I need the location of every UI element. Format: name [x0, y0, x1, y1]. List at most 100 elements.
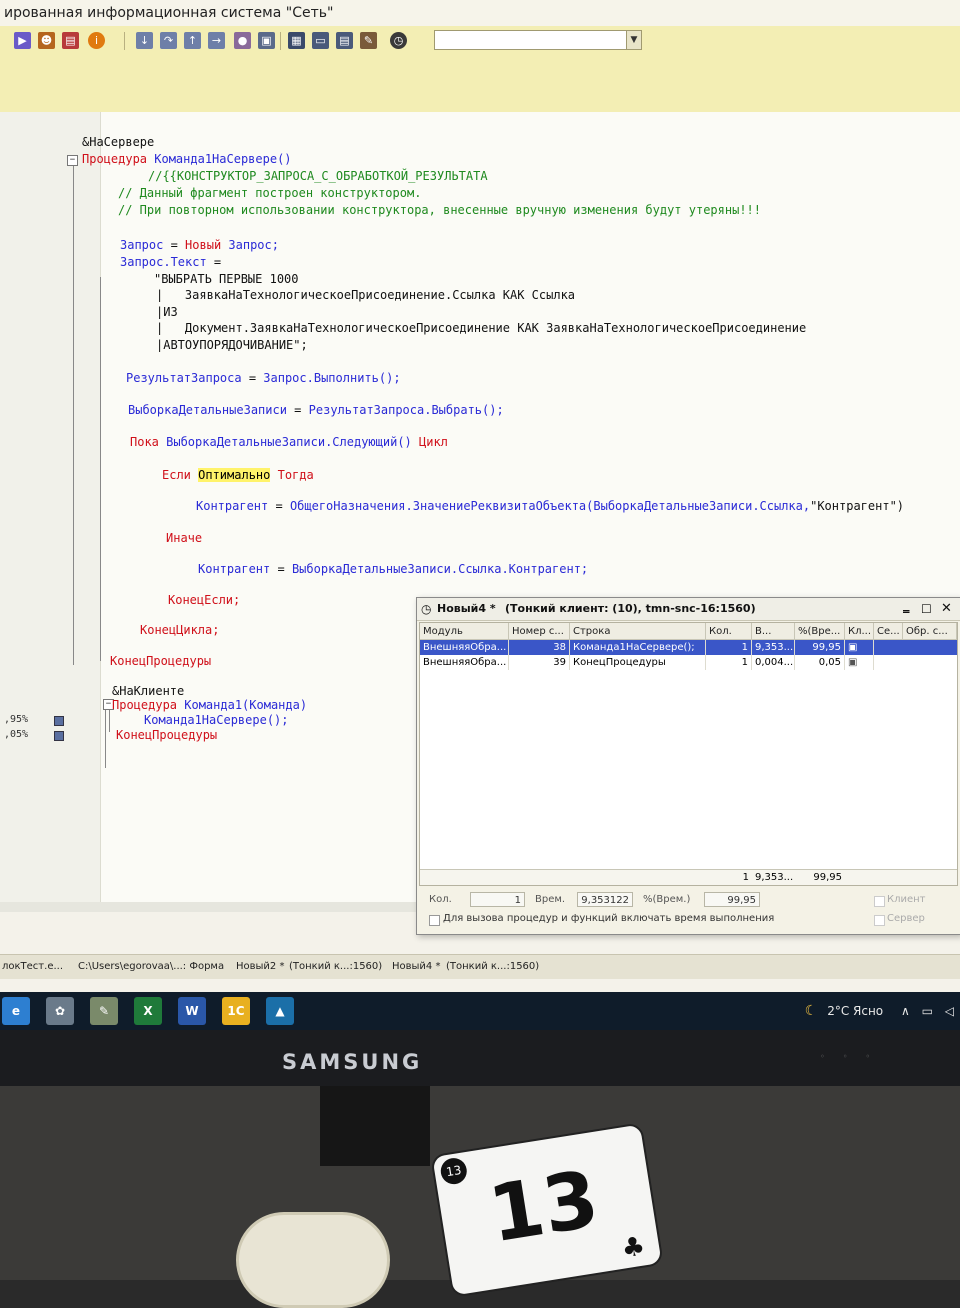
code-line[interactable]: // Данный фрагмент построен конструкторо… [118, 186, 421, 200]
count-label: Кол. [429, 894, 452, 905]
weather-text[interactable]: 2°C Ясно [827, 1004, 883, 1018]
panel-item[interactable]: (Тонкий к...:1560) [446, 959, 539, 975]
table-cell-count: 1 [706, 655, 752, 670]
monitor-buttons: ◦◦◦ [820, 1052, 889, 1061]
watch-icon[interactable]: ▣ [258, 32, 275, 49]
code-line[interactable]: Пока ВыборкаДетальныеЗаписи.Следующий() … [130, 435, 448, 449]
window-icon[interactable]: ▭ [312, 32, 329, 49]
column-header[interactable]: Модуль [420, 623, 509, 640]
app3-icon[interactable]: ✎ [90, 997, 118, 1025]
screen: ированная информационная система "Сеть" … [0, 0, 960, 1030]
column-header[interactable]: Кл... [845, 623, 874, 640]
column-header[interactable]: Кол. [706, 623, 752, 640]
count-field[interactable]: 1 [470, 892, 525, 907]
code-line[interactable]: Контрагент = ВыборкаДетальныеЗаписи.Ссыл… [198, 562, 588, 576]
code-line[interactable]: |ИЗ [156, 305, 178, 319]
code-line[interactable]: | Документ.ЗаявкаНаТехнологическоеПрисое… [156, 321, 806, 335]
maximize-button[interactable]: ☐ [921, 598, 932, 620]
perf-table[interactable]: Модуль Номер с... Строка Кол. В... %(Вре... Кл… [419, 622, 958, 886]
code-line[interactable]: |АВТОУПОРЯДОЧИВАНИЕ"; [156, 338, 308, 352]
perf-subtitle: (Тонкий клиент: (10), tmn-snc-16:1560) [505, 602, 756, 615]
save-icon[interactable]: ▦ [288, 32, 305, 49]
code-token: Команда1(Команда) [184, 698, 308, 712]
panel-item[interactable]: Новый2 * [236, 959, 284, 975]
table-row[interactable]: ВнешняяОбра... 38 Команда1НаСервере(); 1 9,3… [420, 640, 957, 655]
performance-measurement-window: ◷ Новый4 * (Тонкий клиент: (10), tmn-snc… [416, 597, 960, 935]
code-line[interactable]: Если Оптимально Тогда [162, 468, 314, 482]
measure-icon[interactable]: ◷ [390, 32, 407, 49]
code-line[interactable]: РезультатЗапроса = Запрос.Выполнить(); [126, 371, 401, 385]
panel-item[interactable]: Новый4 * [392, 959, 440, 975]
volume-icon[interactable]: ◁ [945, 1004, 954, 1018]
code-line[interactable]: Процедура Команда1(Команда) [112, 698, 307, 712]
code-line[interactable]: Запрос = Новый Запрос; [120, 238, 279, 252]
include-time-checkbox[interactable] [429, 915, 440, 926]
table-row[interactable]: ВнешняяОбра... 39 КонецПроцедуры 1 0,004... 0… [420, 655, 957, 670]
panel-item[interactable]: C:\Users\egorovaa\...: Форма [78, 959, 224, 975]
gutter-percent: ,05% [4, 729, 29, 740]
code-line[interactable]: Иначе [166, 531, 202, 545]
fold-toggle-icon[interactable]: − [67, 155, 78, 166]
network-icon[interactable]: ▭ [922, 1004, 933, 1018]
user-icon[interactable]: ☻ [38, 32, 55, 49]
tools-icon[interactable]: ✎ [360, 32, 377, 49]
onec-icon[interactable]: 1С [222, 997, 250, 1025]
code-line[interactable]: ВыборкаДетальныеЗаписи = РезультатЗапрос… [128, 403, 504, 417]
app2-icon[interactable]: ✿ [46, 997, 74, 1025]
close-button[interactable]: ✕ [941, 598, 952, 620]
client-label: Клиент [887, 894, 926, 905]
step-over-icon[interactable]: ↷ [160, 32, 177, 49]
code-token: Запрос; [228, 238, 279, 252]
code-token: РезультатЗапроса [126, 371, 242, 385]
column-header[interactable]: %(Вре... [795, 623, 845, 640]
table-cell-time: 0,004... [752, 655, 795, 670]
code-line[interactable]: Контрагент = ОбщегоНазначения.ЗначениеРе… [196, 499, 904, 513]
perf-titlebar[interactable]: ◷ Новый4 * (Тонкий клиент: (10), tmn-snc… [417, 598, 960, 621]
code-line[interactable]: Процедура Команда1НаСервере() [82, 152, 292, 166]
code-line[interactable]: //{{КОНСТРУКТОР_ЗАПРОСА_С_ОБРАБОТКОЙ_РЕЗ… [148, 169, 488, 183]
column-header[interactable]: Номер с... [509, 623, 570, 640]
column-header[interactable]: В... [752, 623, 795, 640]
total-count: 1 [742, 872, 749, 883]
step-out-icon[interactable]: ↑ [184, 32, 201, 49]
pct-field[interactable]: 99,95 [704, 892, 760, 907]
chevron-up-icon[interactable]: ∧ [901, 1004, 910, 1018]
excel-icon[interactable]: X [134, 997, 162, 1025]
client-checkbox[interactable] [874, 896, 885, 907]
code-line[interactable]: &НаКлиенте [112, 684, 184, 698]
table-cell-time: 9,353... [752, 640, 795, 655]
panel-item[interactable]: локТест.е... [2, 959, 63, 975]
code-line[interactable]: // При повторном использовании конструкт… [118, 203, 761, 217]
code-line[interactable]: КонецПроцедуры [110, 654, 211, 668]
run-icon[interactable]: ▶ [14, 32, 31, 49]
minimize-button[interactable]: ‗ [903, 596, 910, 618]
goto-icon[interactable]: → [208, 32, 225, 49]
photos-icon[interactable]: ▲ [266, 997, 294, 1025]
code-line[interactable]: КонецЕсли; [168, 593, 240, 607]
calc-icon[interactable]: ▤ [336, 32, 353, 49]
perf-title: Новый4 * [437, 602, 496, 615]
column-header[interactable]: Обр. с... [903, 623, 957, 640]
server-checkbox[interactable] [874, 915, 885, 926]
time-field[interactable]: 9,353122 [577, 892, 633, 907]
code-line[interactable]: "ВЫБРАТЬ ПЕРВЫЕ 1000 [154, 272, 299, 286]
code-line[interactable]: Запрос.Текст = [120, 255, 221, 269]
code-line[interactable]: КонецЦикла; [140, 623, 219, 637]
info-icon[interactable]: i [88, 32, 105, 49]
column-header[interactable]: Строка [570, 623, 706, 640]
code-line[interactable]: Команда1НаСервере(); [144, 713, 289, 727]
chevron-down-icon[interactable]: ▼ [626, 31, 641, 49]
word-icon[interactable]: W [178, 997, 206, 1025]
breakpoint-icon[interactable]: ● [234, 32, 251, 49]
column-header[interactable]: Се... [874, 623, 903, 640]
edge-icon[interactable]: e [2, 997, 30, 1025]
code-line[interactable]: КонецПроцедуры [116, 728, 217, 742]
panel-item[interactable]: (Тонкий к...:1560) [289, 959, 382, 975]
code-line[interactable]: | ЗаявкаНаТехнологическоеПрисоединение.С… [156, 288, 575, 302]
step-into-icon[interactable]: ↓ [136, 32, 153, 49]
code-token: = [163, 238, 186, 252]
code-line[interactable]: &НаСервере [82, 135, 154, 149]
toolbar-combo[interactable]: ▼ [434, 30, 642, 50]
book-icon[interactable]: ▤ [62, 32, 79, 49]
code-token: //{{КОНСТРУКТОР_ЗАПРОСА_С_ОБРАБОТКОЙ_РЕЗ… [148, 169, 488, 183]
